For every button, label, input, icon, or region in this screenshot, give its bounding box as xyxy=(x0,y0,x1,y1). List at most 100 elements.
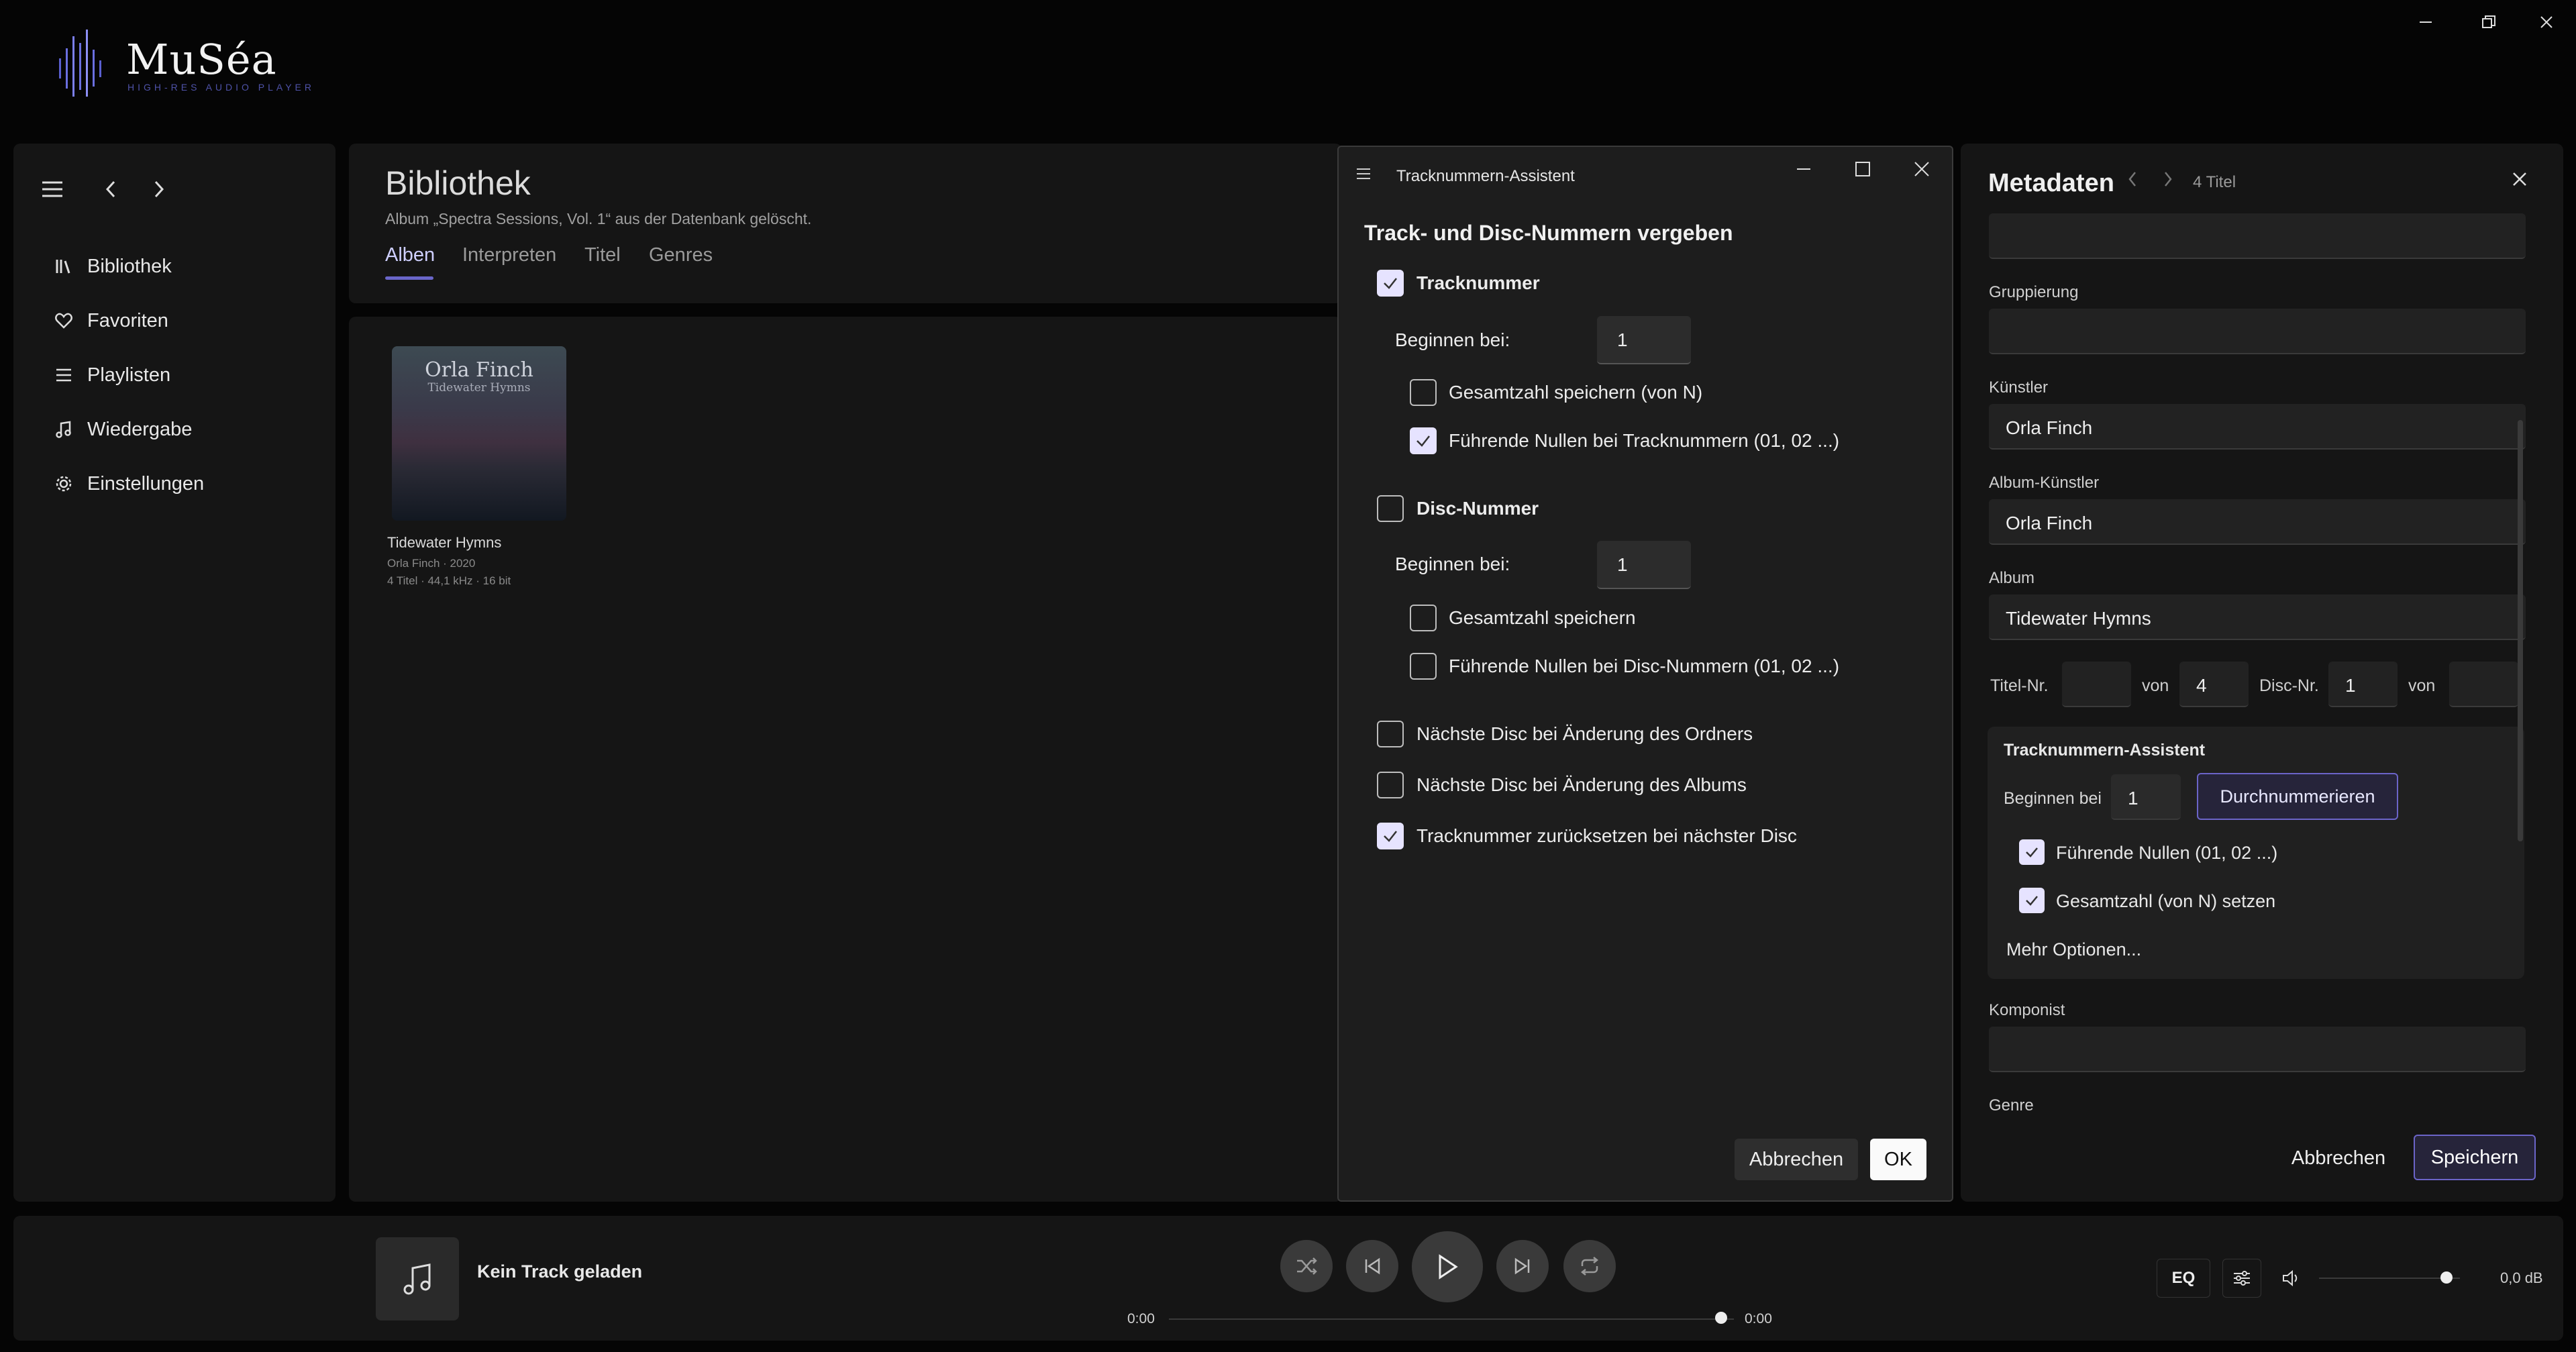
assistant-total-checkbox[interactable] xyxy=(2019,888,2045,913)
field-above-grouping[interactable] xyxy=(1989,213,2526,259)
next-disc-album-label: Nächste Disc bei Änderung des Albums xyxy=(1416,774,1747,795)
volume-button[interactable] xyxy=(2281,1269,2302,1287)
title-total-field[interactable]: 4 xyxy=(2179,662,2249,707)
chevron-right-icon xyxy=(154,180,164,198)
metadata-cancel-button[interactable]: Abbrechen xyxy=(2278,1135,2399,1181)
dialog-title: Tracknummern-Assistent xyxy=(1396,167,1575,185)
play-button[interactable] xyxy=(1412,1231,1483,1302)
active-tab-indicator xyxy=(385,276,433,280)
track-total-checkbox[interactable] xyxy=(1410,379,1437,406)
sidebar-item-einstellungen[interactable]: Einstellungen xyxy=(40,460,336,507)
composer-field[interactable] xyxy=(1989,1027,2526,1072)
tab-alben[interactable]: Alben xyxy=(385,244,435,266)
eq-button[interactable]: EQ xyxy=(2157,1259,2210,1298)
disc-total-checkbox[interactable] xyxy=(1410,605,1437,631)
disc-nr-field[interactable]: 1 xyxy=(2328,662,2398,707)
checkmark-icon xyxy=(1384,831,1397,842)
volume-handle[interactable] xyxy=(2440,1271,2453,1284)
sidebar-item-label: Favoriten xyxy=(87,309,168,331)
next-disc-folder-checkbox[interactable] xyxy=(1377,721,1404,747)
metadata-save-button[interactable]: Speichern xyxy=(2414,1135,2536,1180)
minimize-icon xyxy=(1797,168,1810,170)
assistant-start-field[interactable]: 1 xyxy=(2111,774,2181,820)
album-artist-field[interactable]: Orla Finch xyxy=(1989,499,2526,545)
repeat-button[interactable] xyxy=(1563,1240,1616,1292)
next-disc-album-checkbox[interactable] xyxy=(1377,772,1404,798)
track-start-input[interactable]: 1 xyxy=(1597,316,1691,364)
shuffle-icon xyxy=(1297,1257,1317,1275)
sidebar: Bibliothek Favoriten Playlisten Wiederga… xyxy=(13,144,336,1202)
dialog-ok-button[interactable]: OK xyxy=(1870,1139,1926,1180)
reset-tracknumber-checkbox[interactable] xyxy=(1377,823,1404,849)
checkmark-icon xyxy=(1384,278,1397,289)
forward-button[interactable] xyxy=(139,169,179,209)
time-total: 0:00 xyxy=(1745,1311,1772,1327)
music-note-icon xyxy=(403,1263,431,1295)
dialog-close-button[interactable] xyxy=(1913,160,1930,178)
sidebar-item-label: Playlisten xyxy=(87,364,171,386)
seek-handle[interactable] xyxy=(1715,1312,1727,1324)
audio-settings-button[interactable] xyxy=(2222,1259,2261,1298)
hamburger-icon xyxy=(42,181,62,197)
dialog-menu-button[interactable] xyxy=(1356,167,1371,180)
album-cover[interactable]: Orla Finch Tidewater Hymns xyxy=(392,346,566,521)
metadata-close-button[interactable] xyxy=(2511,170,2528,188)
next-button[interactable] xyxy=(1496,1240,1549,1292)
disc-start-input[interactable]: 1 xyxy=(1597,541,1691,589)
title-nr-field[interactable] xyxy=(2062,662,2131,707)
volume-slider-fill xyxy=(2319,1278,2460,1279)
time-elapsed: 0:00 xyxy=(1127,1311,1155,1327)
disc-number-checkbox[interactable] xyxy=(1377,495,1404,522)
volume-slider[interactable] xyxy=(2319,1278,2460,1279)
skip-back-icon xyxy=(1365,1257,1380,1275)
minimize-button[interactable] xyxy=(2402,5,2449,39)
sliders-icon xyxy=(2234,1271,2250,1286)
shuffle-button[interactable] xyxy=(1280,1240,1333,1292)
seek-bar-fill xyxy=(1169,1318,1734,1320)
previous-button[interactable] xyxy=(1346,1240,1398,1292)
library-icon xyxy=(56,260,70,274)
back-button[interactable] xyxy=(91,169,131,209)
more-options-link[interactable]: Mehr Optionen... xyxy=(2006,939,2141,960)
number-button[interactable]: Durchnummerieren xyxy=(2197,773,2398,820)
page-title: Bibliothek xyxy=(385,164,531,202)
tab-genres[interactable]: Genres xyxy=(649,244,713,266)
hamburger-icon xyxy=(1357,168,1370,179)
sidebar-item-bibliothek[interactable]: Bibliothek xyxy=(40,243,336,290)
app-logo: MuSéa HIGH-RES AUDIO PLAYER xyxy=(56,28,338,102)
seek-bar[interactable] xyxy=(1169,1318,1734,1320)
metadata-prev-button[interactable] xyxy=(2127,170,2138,188)
checkmark-icon xyxy=(2026,896,2038,906)
grouping-field[interactable] xyxy=(1989,309,2526,354)
artist-field[interactable]: Orla Finch xyxy=(1989,404,2526,450)
sidebar-item-favoriten[interactable]: Favoriten xyxy=(40,297,336,344)
metadata-next-button[interactable] xyxy=(2163,170,2173,188)
dialog-minimize-button[interactable] xyxy=(1795,160,1812,178)
dialog-heading: Track- und Disc-Nummern vergeben xyxy=(1364,221,1733,245)
album-title[interactable]: Tidewater Hymns xyxy=(387,534,501,552)
menu-button[interactable] xyxy=(32,169,72,209)
von-label-2: von xyxy=(2408,676,2436,695)
restore-button[interactable] xyxy=(2465,5,2512,39)
album-artist-year: Orla Finch · 2020 xyxy=(387,557,476,570)
disc-total-field[interactable] xyxy=(2449,662,2518,707)
disc-zeros-checkbox[interactable] xyxy=(1410,653,1437,680)
close-icon xyxy=(1914,162,1929,176)
assistant-zeros-checkbox[interactable] xyxy=(2019,839,2045,865)
waveform-logo-icon xyxy=(59,30,101,97)
metadata-scrollbar[interactable] xyxy=(2518,420,2523,841)
disc-start-label: Beginnen bei: xyxy=(1395,554,1510,574)
play-icon xyxy=(1439,1254,1458,1280)
close-window-button[interactable] xyxy=(2523,5,2570,39)
sidebar-item-wiedergabe[interactable]: Wiedergabe xyxy=(40,406,336,453)
dialog-cancel-button[interactable]: Abbrechen xyxy=(1735,1139,1858,1180)
assistant-total-label: Gesamtzahl (von N) setzen xyxy=(2056,891,2276,911)
tab-interpreten[interactable]: Interpreten xyxy=(462,244,556,266)
track-zeros-checkbox[interactable] xyxy=(1410,427,1437,454)
dialog-maximize-button[interactable] xyxy=(1854,160,1871,178)
tracknumber-checkbox[interactable] xyxy=(1377,270,1404,297)
album-field[interactable]: Tidewater Hymns xyxy=(1989,594,2526,640)
restore-icon xyxy=(2482,15,2495,28)
sidebar-item-playlisten[interactable]: Playlisten xyxy=(40,352,336,399)
tab-titel[interactable]: Titel xyxy=(584,244,621,266)
